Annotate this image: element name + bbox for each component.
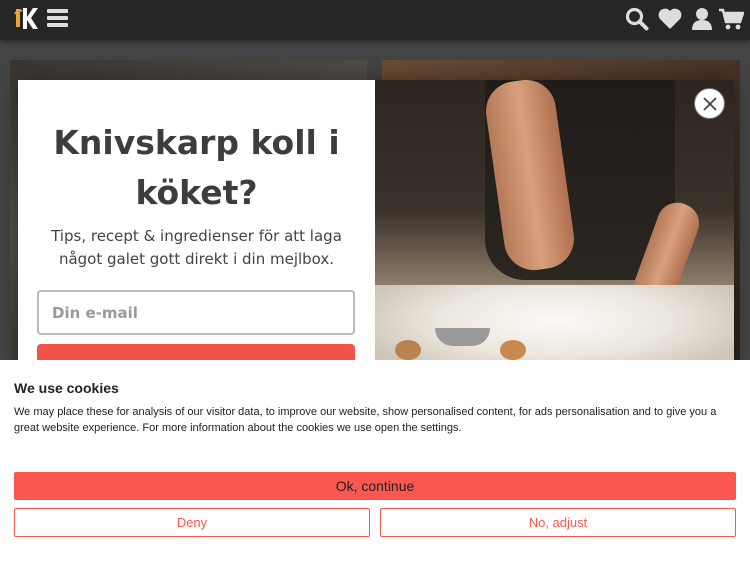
popup-close-button[interactable] — [694, 88, 725, 119]
heart-icon[interactable] — [657, 7, 683, 31]
deny-cookies-button[interactable]: Deny — [14, 508, 370, 537]
user-icon[interactable] — [691, 7, 713, 31]
cookie-description: We may place these for analysis of our v… — [14, 406, 717, 434]
popup-title: Knivskarp koll i köket? — [53, 123, 340, 212]
popup-subtitle: Tips, recept & ingredienser för att laga… — [51, 227, 342, 268]
kniv-logo-icon[interactable] — [13, 5, 39, 31]
egg-shape — [395, 340, 421, 360]
egg-shape — [500, 340, 526, 360]
cart-icon[interactable] — [718, 7, 744, 31]
accept-cookies-button[interactable]: Ok, continue — [14, 472, 736, 500]
email-input[interactable] — [37, 290, 355, 335]
top-navigation-bar — [0, 0, 750, 40]
popup-image-baking — [375, 80, 734, 370]
close-icon — [702, 96, 717, 111]
newsletter-popup: Knivskarp koll i köket? Tips, recept & i… — [18, 80, 734, 374]
newsletter-form-panel: Knivskarp koll i köket? Tips, recept & i… — [18, 80, 375, 374]
adjust-cookies-button[interactable]: No, adjust — [380, 508, 736, 537]
hamburger-menu-icon[interactable] — [47, 9, 68, 27]
cookie-title: We use cookies — [14, 380, 119, 396]
cookie-consent-banner: We use cookies We may place these for an… — [0, 360, 750, 563]
flour-surface — [375, 285, 734, 370]
search-icon[interactable] — [625, 7, 649, 31]
